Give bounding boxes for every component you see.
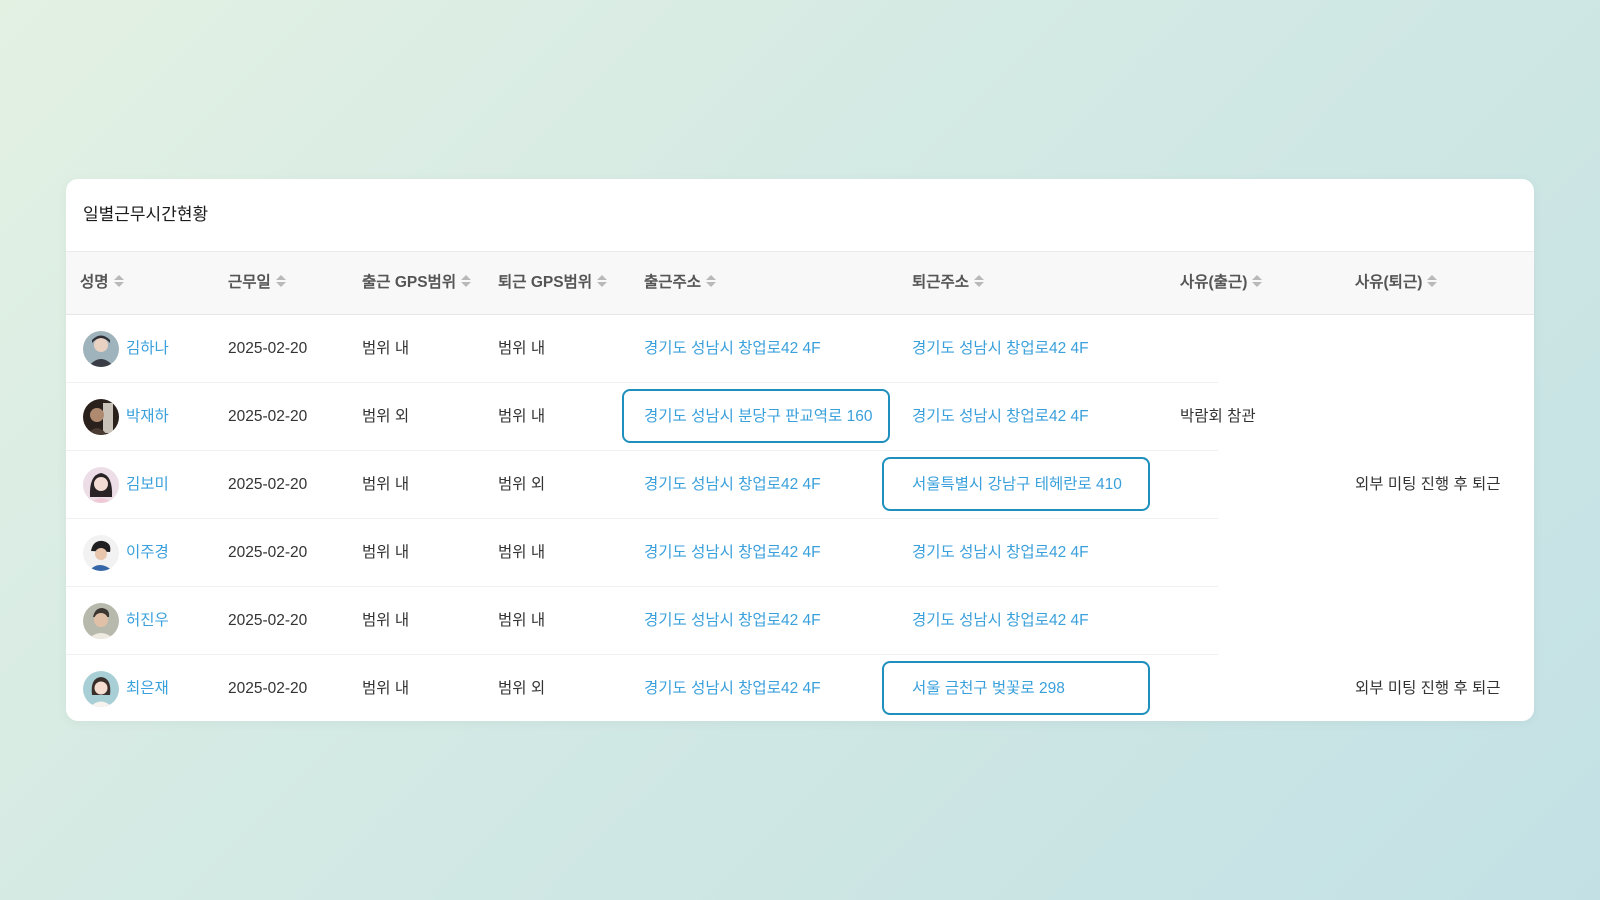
sort-icon[interactable] [706, 274, 717, 288]
column-header-reason-in[interactable]: 사유(출근) [1180, 252, 1263, 314]
in-gps-status: 범위 외 [362, 408, 410, 425]
column-header-name[interactable]: 성명 [80, 252, 124, 314]
in-address-link[interactable]: 경기도 성남시 창업로42 4F [644, 587, 821, 655]
work-date: 2025-02-20 [228, 612, 308, 629]
employee-name-link[interactable]: 이주경 [126, 519, 169, 587]
employee-name-link[interactable]: 김보미 [126, 451, 169, 519]
table-row: 최은재 2025-02-20 범위 내 범위 외 경기도 성남시 창업로42 4… [66, 655, 1534, 721]
in-gps-status: 범위 내 [362, 544, 410, 561]
table-row: 김보미 2025-02-20 범위 내 범위 외 경기도 성남시 창업로42 4… [66, 451, 1534, 519]
employee-name-link[interactable]: 김하나 [126, 315, 169, 383]
out-address-link[interactable]: 서울특별시 강남구 테헤란로 410 [912, 451, 1122, 519]
table-header: 성명 근무일 출근 GPS범위 퇴근 GPS범위 출근주소 퇴근주소 사유(출근… [66, 252, 1534, 315]
employee-name-link[interactable]: 최은재 [126, 655, 169, 721]
column-header-reason-out[interactable]: 사유(퇴근) [1355, 252, 1438, 314]
out-gps-status: 범위 내 [498, 340, 546, 357]
table-row: 허진우 2025-02-20 범위 내 범위 내 경기도 성남시 창업로42 4… [66, 587, 1534, 655]
avatar [83, 331, 119, 367]
sort-icon[interactable] [1427, 274, 1438, 288]
reason-out: 외부 미팅 진행 후 퇴근 [1355, 680, 1501, 697]
avatar [83, 603, 119, 639]
sort-icon[interactable] [275, 274, 286, 288]
work-date: 2025-02-20 [228, 680, 308, 697]
reason-in: 박람회 참관 [1180, 408, 1256, 425]
in-gps-status: 범위 내 [362, 612, 410, 629]
column-header-date[interactable]: 근무일 [228, 252, 286, 314]
column-header-in-gps[interactable]: 출근 GPS범위 [362, 252, 472, 314]
in-address-link[interactable]: 경기도 성남시 창업로42 4F [644, 519, 821, 587]
work-date: 2025-02-20 [228, 340, 308, 357]
table-row: 이주경 2025-02-20 범위 내 범위 내 경기도 성남시 창업로42 4… [66, 519, 1534, 587]
table-row: 김하나 2025-02-20 범위 내 범위 내 경기도 성남시 창업로42 4… [66, 315, 1534, 383]
sort-icon[interactable] [597, 274, 608, 288]
column-header-out-gps[interactable]: 퇴근 GPS범위 [498, 252, 608, 314]
reason-out: 외부 미팅 진행 후 퇴근 [1355, 476, 1501, 493]
out-gps-status: 범위 외 [498, 680, 546, 697]
daily-worktime-card: 일별근무시간현황 성명 근무일 출근 GPS범위 퇴근 GPS범위 출근주소 퇴… [66, 179, 1534, 721]
work-date: 2025-02-20 [228, 476, 308, 493]
sort-icon[interactable] [113, 274, 124, 288]
out-gps-status: 범위 내 [498, 544, 546, 561]
sort-icon[interactable] [461, 274, 472, 288]
avatar [83, 535, 119, 571]
out-address-link[interactable]: 서울 금천구 벚꽃로 298 [912, 655, 1065, 721]
column-header-out-address[interactable]: 퇴근주소 [912, 252, 985, 314]
column-header-in-address[interactable]: 출근주소 [644, 252, 717, 314]
avatar [83, 671, 119, 707]
employee-name-link[interactable]: 박재하 [126, 383, 169, 451]
in-address-link[interactable]: 경기도 성남시 분당구 판교역로 160 [644, 383, 872, 451]
employee-name-link[interactable]: 허진우 [126, 587, 169, 655]
sort-icon[interactable] [1252, 274, 1263, 288]
work-date: 2025-02-20 [228, 544, 308, 561]
out-address-link[interactable]: 경기도 성남시 창업로42 4F [912, 315, 1089, 383]
avatar [83, 467, 119, 503]
in-gps-status: 범위 내 [362, 340, 410, 357]
avatar [83, 399, 119, 435]
in-address-link[interactable]: 경기도 성남시 창업로42 4F [644, 655, 821, 721]
out-gps-status: 범위 내 [498, 612, 546, 629]
out-gps-status: 범위 외 [498, 476, 546, 493]
in-gps-status: 범위 내 [362, 680, 410, 697]
out-address-link[interactable]: 경기도 성남시 창업로42 4F [912, 383, 1089, 451]
in-address-link[interactable]: 경기도 성남시 창업로42 4F [644, 315, 821, 383]
work-date: 2025-02-20 [228, 408, 308, 425]
out-gps-status: 범위 내 [498, 408, 546, 425]
sort-icon[interactable] [974, 274, 985, 288]
out-address-link[interactable]: 경기도 성남시 창업로42 4F [912, 519, 1089, 587]
card-title: 일별근무시간현황 [66, 179, 1534, 252]
in-address-link[interactable]: 경기도 성남시 창업로42 4F [644, 451, 821, 519]
out-address-link[interactable]: 경기도 성남시 창업로42 4F [912, 587, 1089, 655]
in-gps-status: 범위 내 [362, 476, 410, 493]
table-row: 박재하 2025-02-20 범위 외 범위 내 경기도 성남시 분당구 판교역… [66, 383, 1534, 451]
